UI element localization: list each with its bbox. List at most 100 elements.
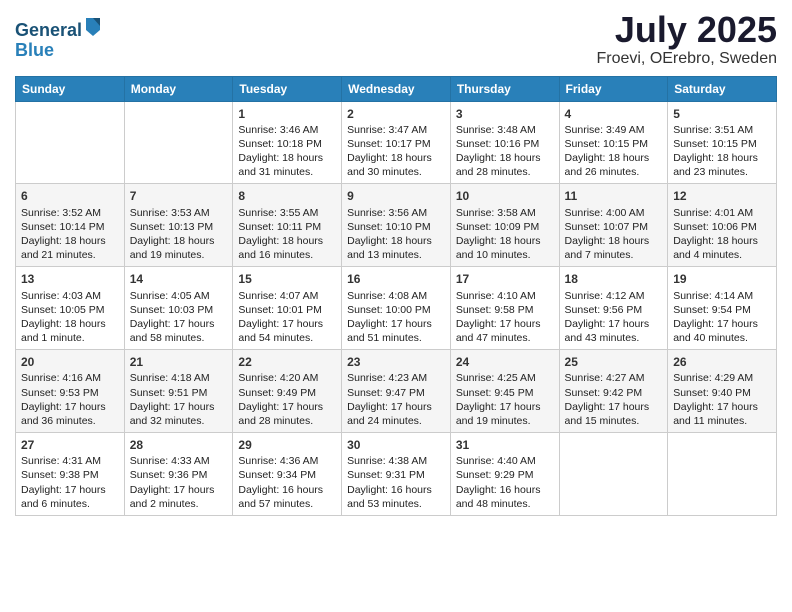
day-number: 17 (456, 271, 554, 287)
cell-content: Sunrise: 4:25 AM Sunset: 9:45 PM Dayligh… (456, 371, 554, 428)
weekday-header-tuesday: Tuesday (233, 76, 342, 101)
day-number: 5 (673, 106, 771, 122)
day-number: 28 (130, 437, 228, 453)
calendar-cell: 24Sunrise: 4:25 AM Sunset: 9:45 PM Dayli… (450, 350, 559, 433)
cell-content: Sunrise: 4:23 AM Sunset: 9:47 PM Dayligh… (347, 371, 445, 428)
calendar-cell: 29Sunrise: 4:36 AM Sunset: 9:34 PM Dayli… (233, 433, 342, 516)
calendar-cell: 7 Sunrise: 3:53 AM Sunset: 10:13 PM Dayli… (124, 184, 233, 267)
logo: GeneralBlue (15, 16, 102, 61)
cell-content: Sunrise: 3:48 AM Sunset: 10:16 PM Daylig… (456, 123, 554, 180)
cell-content: Sunrise: 4:38 AM Sunset: 9:31 PM Dayligh… (347, 454, 445, 511)
cell-content: Sunrise: 3:55 AM Sunset: 10:11 PM Daylig… (238, 206, 336, 263)
day-number: 10 (456, 188, 554, 204)
calendar-cell: 5Sunrise: 3:51 AM Sunset: 10:15 PM Dayli… (668, 101, 777, 184)
day-number: 3 (456, 106, 554, 122)
calendar-cell: 12 Sunrise: 4:01 AM Sunset: 10:06 PM Dayl… (668, 184, 777, 267)
calendar-week-row: 20Sunrise: 4:16 AM Sunset: 9:53 PM Dayli… (16, 350, 777, 433)
cell-content: Sunrise: 4:00 AM Sunset: 10:07 PM Daylig… (565, 206, 663, 263)
day-number: 21 (130, 354, 228, 370)
cell-content: Sunrise: 4:31 AM Sunset: 9:38 PM Dayligh… (21, 454, 119, 511)
weekday-header-wednesday: Wednesday (342, 76, 451, 101)
calendar-cell (559, 433, 668, 516)
weekday-header-sunday: Sunday (16, 76, 125, 101)
cell-content: Sunrise: 4:01 AM Sunset: 10:06 PM Daylig… (673, 206, 771, 263)
cell-content: Sunrise: 3:51 AM Sunset: 10:15 PM Daylig… (673, 123, 771, 180)
day-number: 9 (347, 188, 445, 204)
day-number: 22 (238, 354, 336, 370)
cell-content: Sunrise: 4:14 AM Sunset: 9:54 PM Dayligh… (673, 289, 771, 346)
calendar-cell: 8 Sunrise: 3:55 AM Sunset: 10:11 PM Dayli… (233, 184, 342, 267)
weekday-header-friday: Friday (559, 76, 668, 101)
day-number: 12 (673, 188, 771, 204)
cell-content: Sunrise: 4:33 AM Sunset: 9:36 PM Dayligh… (130, 454, 228, 511)
day-number: 30 (347, 437, 445, 453)
calendar-cell: 20Sunrise: 4:16 AM Sunset: 9:53 PM Dayli… (16, 350, 125, 433)
day-number: 31 (456, 437, 554, 453)
day-number: 25 (565, 354, 663, 370)
cell-content: Sunrise: 3:46 AM Sunset: 10:18 PM Daylig… (238, 123, 336, 180)
cell-content: Sunrise: 4:36 AM Sunset: 9:34 PM Dayligh… (238, 454, 336, 511)
day-number: 27 (21, 437, 119, 453)
calendar-cell: 16Sunrise: 4:08 AM Sunset: 10:00 PM Dayl… (342, 267, 451, 350)
weekday-header-monday: Monday (124, 76, 233, 101)
calendar-table: SundayMondayTuesdayWednesdayThursdayFrid… (15, 76, 777, 516)
cell-content: Sunrise: 3:53 AM Sunset: 10:13 PM Daylig… (130, 206, 228, 263)
calendar-cell: 31Sunrise: 4:40 AM Sunset: 9:29 PM Dayli… (450, 433, 559, 516)
calendar-cell: 1Sunrise: 3:46 AM Sunset: 10:18 PM Dayli… (233, 101, 342, 184)
calendar-cell: 3Sunrise: 3:48 AM Sunset: 10:16 PM Dayli… (450, 101, 559, 184)
day-number: 2 (347, 106, 445, 122)
calendar-cell (668, 433, 777, 516)
cell-content: Sunrise: 4:03 AM Sunset: 10:05 PM Daylig… (21, 289, 119, 346)
cell-content: Sunrise: 4:12 AM Sunset: 9:56 PM Dayligh… (565, 289, 663, 346)
day-number: 20 (21, 354, 119, 370)
calendar-cell: 2Sunrise: 3:47 AM Sunset: 10:17 PM Dayli… (342, 101, 451, 184)
cell-content: Sunrise: 4:20 AM Sunset: 9:49 PM Dayligh… (238, 371, 336, 428)
calendar-cell: 4Sunrise: 3:49 AM Sunset: 10:15 PM Dayli… (559, 101, 668, 184)
calendar-cell: 26Sunrise: 4:29 AM Sunset: 9:40 PM Dayli… (668, 350, 777, 433)
logo-text: GeneralBlue (15, 16, 102, 61)
calendar-cell: 18Sunrise: 4:12 AM Sunset: 9:56 PM Dayli… (559, 267, 668, 350)
calendar-cell: 28Sunrise: 4:33 AM Sunset: 9:36 PM Dayli… (124, 433, 233, 516)
day-number: 1 (238, 106, 336, 122)
location-subtitle: Froevi, OErebro, Sweden (596, 50, 777, 68)
day-number: 14 (130, 271, 228, 287)
day-number: 7 (130, 188, 228, 204)
day-number: 13 (21, 271, 119, 287)
month-title: July 2025 (596, 10, 777, 50)
cell-content: Sunrise: 4:29 AM Sunset: 9:40 PM Dayligh… (673, 371, 771, 428)
day-number: 8 (238, 188, 336, 204)
cell-content: Sunrise: 3:49 AM Sunset: 10:15 PM Daylig… (565, 123, 663, 180)
calendar-cell: 30Sunrise: 4:38 AM Sunset: 9:31 PM Dayli… (342, 433, 451, 516)
calendar-week-row: 13 Sunrise: 4:03 AM Sunset: 10:05 PM Dayl… (16, 267, 777, 350)
cell-content: Sunrise: 4:07 AM Sunset: 10:01 PM Daylig… (238, 289, 336, 346)
calendar-cell: 10Sunrise: 3:58 AM Sunset: 10:09 PM Dayl… (450, 184, 559, 267)
calendar-cell: 11Sunrise: 4:00 AM Sunset: 10:07 PM Dayl… (559, 184, 668, 267)
calendar-cell: 23Sunrise: 4:23 AM Sunset: 9:47 PM Dayli… (342, 350, 451, 433)
cell-content: Sunrise: 4:27 AM Sunset: 9:42 PM Dayligh… (565, 371, 663, 428)
calendar-cell: 21Sunrise: 4:18 AM Sunset: 9:51 PM Dayli… (124, 350, 233, 433)
calendar-cell: 15 Sunrise: 4:07 AM Sunset: 10:01 PM Dayl… (233, 267, 342, 350)
cell-content: Sunrise: 4:18 AM Sunset: 9:51 PM Dayligh… (130, 371, 228, 428)
calendar-cell: 6 Sunrise: 3:52 AM Sunset: 10:14 PM Dayli… (16, 184, 125, 267)
cell-content: Sunrise: 4:16 AM Sunset: 9:53 PM Dayligh… (21, 371, 119, 428)
calendar-cell: 9Sunrise: 3:56 AM Sunset: 10:10 PM Dayli… (342, 184, 451, 267)
calendar-cell (16, 101, 125, 184)
cell-content: Sunrise: 4:10 AM Sunset: 9:58 PM Dayligh… (456, 289, 554, 346)
calendar-cell: 14 Sunrise: 4:05 AM Sunset: 10:03 PM Dayl… (124, 267, 233, 350)
cell-content: Sunrise: 4:05 AM Sunset: 10:03 PM Daylig… (130, 289, 228, 346)
day-number: 15 (238, 271, 336, 287)
day-number: 6 (21, 188, 119, 204)
day-number: 26 (673, 354, 771, 370)
calendar-cell: 22Sunrise: 4:20 AM Sunset: 9:49 PM Dayli… (233, 350, 342, 433)
calendar-cell: 19 Sunrise: 4:14 AM Sunset: 9:54 PM Dayli… (668, 267, 777, 350)
calendar-cell: 17 Sunrise: 4:10 AM Sunset: 9:58 PM Dayli… (450, 267, 559, 350)
day-number: 29 (238, 437, 336, 453)
title-block: July 2025 Froevi, OErebro, Sweden (596, 10, 777, 68)
day-number: 16 (347, 271, 445, 287)
calendar-week-row: 27Sunrise: 4:31 AM Sunset: 9:38 PM Dayli… (16, 433, 777, 516)
cell-content: Sunrise: 3:47 AM Sunset: 10:17 PM Daylig… (347, 123, 445, 180)
calendar-cell (124, 101, 233, 184)
cell-content: Sunrise: 3:52 AM Sunset: 10:14 PM Daylig… (21, 206, 119, 263)
day-number: 19 (673, 271, 771, 287)
calendar-cell: 27Sunrise: 4:31 AM Sunset: 9:38 PM Dayli… (16, 433, 125, 516)
